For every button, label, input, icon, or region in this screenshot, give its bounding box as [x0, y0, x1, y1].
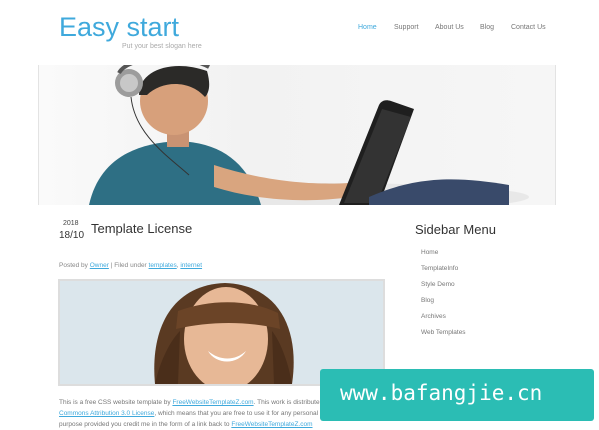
sidebar-item-templateinfo[interactable]: TemplateInfo: [421, 265, 466, 281]
hero-banner-image: [38, 65, 556, 205]
tag-link-templates[interactable]: templates: [149, 262, 177, 269]
sidebar-menu: Home TemplateInfo Style Demo Blog Archiv…: [421, 249, 466, 345]
nav-blog[interactable]: Blog: [480, 24, 494, 31]
sidebar-item-archives[interactable]: Archives: [421, 313, 466, 329]
post-date-year: 2018: [63, 220, 79, 227]
author-link[interactable]: Owner: [90, 262, 109, 269]
nav-support[interactable]: Support: [394, 24, 419, 31]
template-source-link[interactable]: FreeWebsiteTemplateZ.com: [172, 399, 253, 406]
sidebar-item-home[interactable]: Home: [421, 249, 466, 265]
nav-contact-us[interactable]: Contact Us: [511, 24, 546, 31]
man-with-laptop-illustration: [89, 65, 529, 205]
watermark-banner: www.bafangjie.cn: [320, 369, 594, 421]
nav-home[interactable]: Home: [358, 24, 377, 31]
nav-about-us[interactable]: About Us: [435, 24, 464, 31]
post-meta: Posted by Owner | Filed under templates,…: [59, 262, 203, 269]
post-title[interactable]: Template License: [91, 221, 192, 236]
main-nav: Home Support About Us Blog Contact Us: [0, 24, 599, 36]
credit-link[interactable]: FreeWebsiteTemplateZ.com: [231, 421, 312, 428]
post-date-day: 18/10: [59, 230, 85, 241]
filed-under-label: Filed under: [114, 262, 147, 269]
license-link[interactable]: Commons Attribution 3.0 License: [59, 410, 154, 417]
posted-by-label: Posted by: [59, 262, 88, 269]
watermark-text: www.bafangjie.cn: [340, 381, 543, 405]
sidebar-item-blog[interactable]: Blog: [421, 297, 466, 313]
tag-link-internet[interactable]: internet: [180, 262, 202, 269]
sidebar-item-web-templates[interactable]: Web Templates: [421, 329, 466, 345]
sidebar-title: Sidebar Menu: [415, 222, 496, 237]
sidebar-item-style-demo[interactable]: Style Demo: [421, 281, 466, 297]
site-slogan: Put your best slogan here: [122, 43, 202, 50]
